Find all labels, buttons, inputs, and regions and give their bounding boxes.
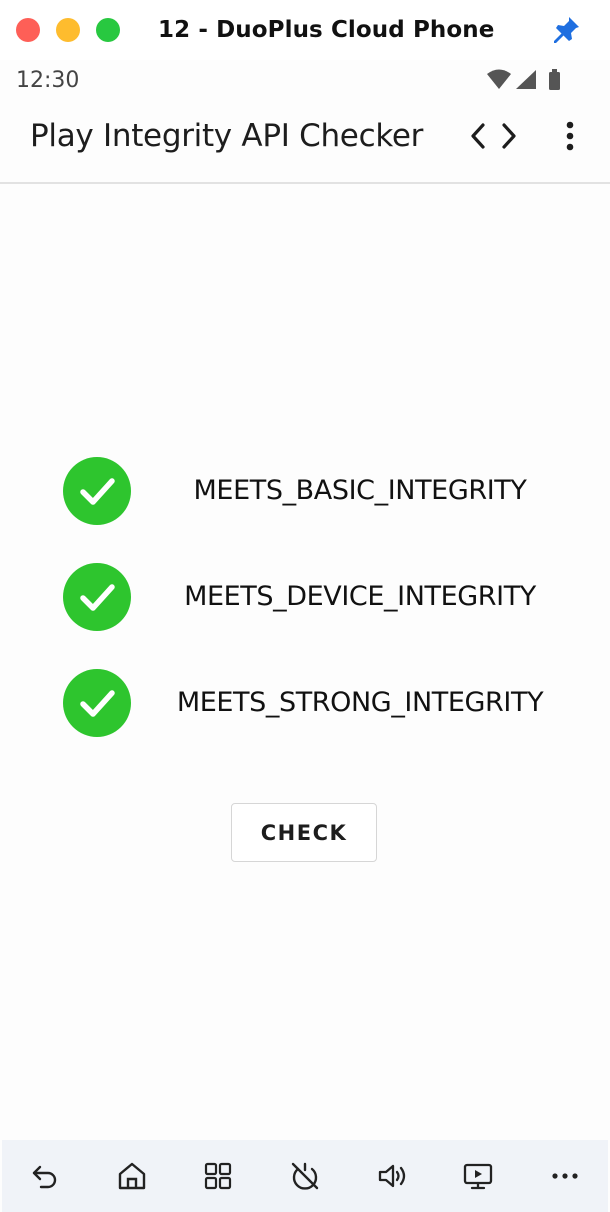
battery-icon (549, 69, 560, 90)
check-button[interactable]: CHECK (231, 803, 377, 862)
cell-signal-icon (516, 70, 536, 89)
app-bar: Play Integrity API Checker (0, 102, 610, 184)
result-row-device: MEETS_DEVICE_INTEGRITY (0, 562, 610, 632)
close-window-button[interactable] (16, 18, 40, 42)
android-status-bar: 12:30 (0, 60, 610, 102)
pin-button[interactable] (550, 14, 582, 46)
home-icon (118, 1162, 146, 1190)
app-title: Play Integrity API Checker (30, 118, 424, 154)
back-button[interactable] (29, 1160, 61, 1192)
volume-button[interactable] (376, 1160, 408, 1192)
pin-icon (554, 17, 579, 43)
code-icon (471, 123, 516, 149)
result-row-strong: MEETS_STRONG_INTEGRITY (0, 668, 610, 738)
device-toolbar (2, 1140, 608, 1212)
status-icons (487, 69, 560, 90)
check-circle-icon (63, 563, 131, 631)
screen-cast-button[interactable] (462, 1160, 494, 1192)
timer-off-icon (291, 1162, 319, 1190)
window-titlebar: 12 - DuoPlus Cloud Phone (0, 0, 610, 60)
more-horiz-icon (552, 1173, 578, 1179)
overflow-menu-button[interactable] (556, 116, 584, 156)
apps-button[interactable] (202, 1160, 234, 1192)
result-label: MEETS_DEVICE_INTEGRITY (184, 581, 536, 612)
timer-off-button[interactable] (289, 1160, 321, 1192)
minimize-window-button[interactable] (56, 18, 80, 42)
volume-icon (378, 1164, 406, 1188)
result-label: MEETS_STRONG_INTEGRITY (176, 687, 544, 718)
result-row-basic: MEETS_BASIC_INTEGRITY (0, 456, 610, 526)
screen-cast-icon (463, 1163, 493, 1190)
status-clock: 12:30 (16, 68, 80, 93)
wifi-icon (487, 69, 511, 89)
code-button[interactable] (468, 116, 520, 156)
more-button[interactable] (549, 1160, 581, 1192)
check-circle-icon (63, 457, 131, 525)
home-button[interactable] (116, 1160, 148, 1192)
apps-grid-icon (204, 1162, 232, 1190)
more-vert-icon (566, 121, 574, 151)
result-label: MEETS_BASIC_INTEGRITY (193, 475, 527, 506)
window-title: 12 - DuoPlus Cloud Phone (158, 17, 495, 43)
cloud-phone-window: 12 - DuoPlus Cloud Phone 12:30 Play Inte… (0, 0, 610, 1212)
maximize-window-button[interactable] (96, 18, 120, 42)
back-icon (32, 1165, 57, 1189)
check-circle-icon (63, 669, 131, 737)
